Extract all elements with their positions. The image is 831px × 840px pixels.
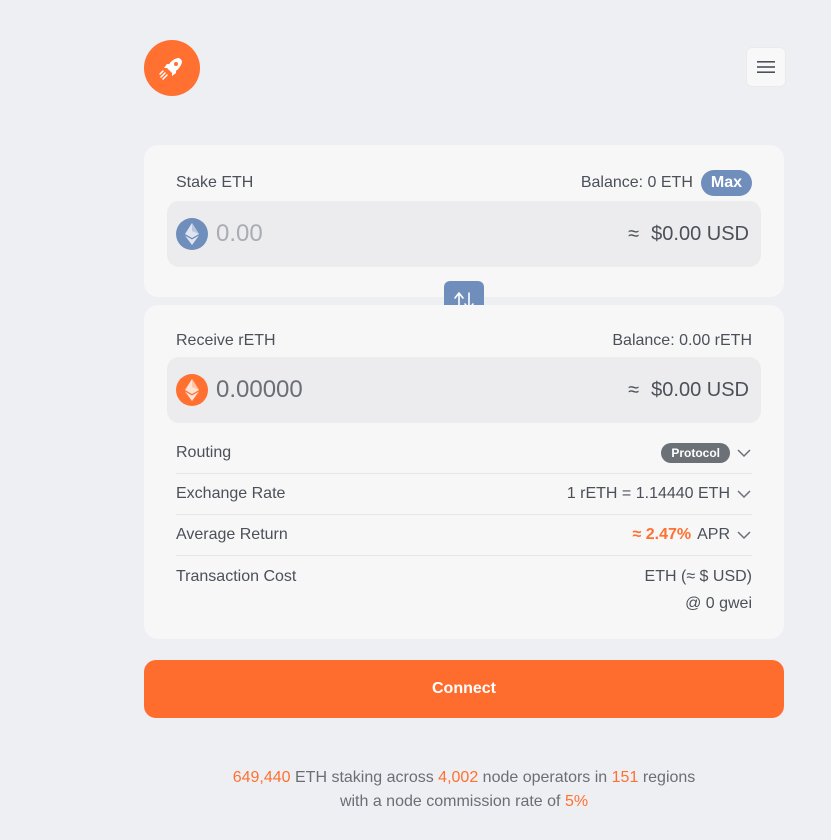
max-button[interactable]: Max	[700, 170, 752, 196]
average-return-value: ≈ 2.47%	[632, 526, 692, 543]
staking-stats: 649,440 ETH staking across 4,002 node op…	[144, 766, 784, 814]
chevron-down-icon[interactable]	[736, 486, 752, 502]
average-return-label: Average Return	[176, 526, 288, 543]
node-operators-value: 4,002	[438, 769, 479, 786]
receive-approx-symbol: ≈	[628, 378, 640, 401]
regions-value: 151	[611, 769, 639, 786]
stats-text-1: ETH staking across	[295, 769, 434, 786]
routing-row[interactable]: Routing Protocol	[176, 433, 752, 474]
receive-header: Receive rETH Balance: 0.00 rETH	[176, 327, 752, 355]
stake-amount-input[interactable]	[216, 220, 416, 248]
receive-card: Receive rETH Balance: 0.00 rETH 0.00000 …	[144, 305, 784, 639]
connect-button[interactable]: Connect	[144, 660, 784, 718]
receive-balance: Balance: 0.00 rETH	[612, 332, 752, 349]
exchange-rate-value: 1 rETH = 1.14440 ETH	[566, 485, 730, 502]
eth-icon	[176, 218, 208, 250]
routing-badge: Protocol	[661, 443, 730, 463]
hamburger-menu-icon	[757, 61, 775, 73]
details-list: Routing Protocol Exchange Rate 1 rETH = …	[176, 433, 752, 613]
commission-value: 5%	[564, 793, 589, 810]
stake-approx-symbol: ≈	[628, 222, 640, 245]
transaction-cost-row: Transaction Cost ETH (≈ $ USD)	[176, 556, 752, 597]
receive-label: Receive rETH	[176, 332, 276, 349]
stake-label: Stake ETH	[176, 174, 254, 191]
stats-line-1: 649,440 ETH staking across 4,002 node op…	[144, 766, 784, 790]
menu-button[interactable]	[746, 47, 786, 87]
stake-balance-label: Balance: 0 ETH	[580, 174, 693, 191]
stats-text-4: with a node commission rate of	[339, 793, 561, 810]
apr-unit: APR	[697, 526, 730, 543]
eth-staked-value: 649,440	[232, 769, 291, 786]
exchange-rate-row[interactable]: Exchange Rate 1 rETH = 1.14440 ETH	[176, 474, 752, 515]
stake-card: Stake ETH Balance: 0 ETH Max ≈ $0.00 USD	[144, 145, 784, 297]
stake-amount-box: ≈ $0.00 USD	[167, 201, 761, 267]
app-logo[interactable]	[144, 40, 200, 96]
receive-amount-value: 0.00000	[216, 376, 303, 403]
average-return-row[interactable]: Average Return ≈ 2.47% APR	[176, 515, 752, 556]
receive-usd-amount: $0.00 USD	[651, 378, 749, 401]
stake-balance: Balance: 0 ETH Max	[581, 170, 752, 196]
transaction-cost-value: ETH (≈ $ USD)	[644, 567, 752, 585]
routing-label: Routing	[176, 444, 232, 461]
chevron-down-icon[interactable]	[736, 527, 752, 543]
stats-line-2: with a node commission rate of 5%	[144, 790, 784, 814]
gas-price-value: @ 0 gwei	[685, 595, 752, 612]
stake-usd-value: ≈ $0.00 USD	[628, 223, 749, 246]
receive-usd-value: ≈ $0.00 USD	[628, 379, 749, 402]
receive-amount-box: 0.00000 ≈ $0.00 USD	[167, 357, 761, 423]
rocket-icon	[159, 58, 182, 80]
stake-usd-amount: $0.00 USD	[651, 222, 749, 245]
stake-header: Stake ETH Balance: 0 ETH Max	[176, 169, 752, 197]
stats-text-2: node operators in	[482, 769, 608, 786]
exchange-rate-label: Exchange Rate	[176, 485, 286, 502]
reth-icon	[176, 374, 208, 406]
stats-text-3: regions	[642, 769, 696, 786]
transaction-cost-label: Transaction Cost	[176, 567, 297, 585]
chevron-down-icon[interactable]	[736, 445, 752, 461]
